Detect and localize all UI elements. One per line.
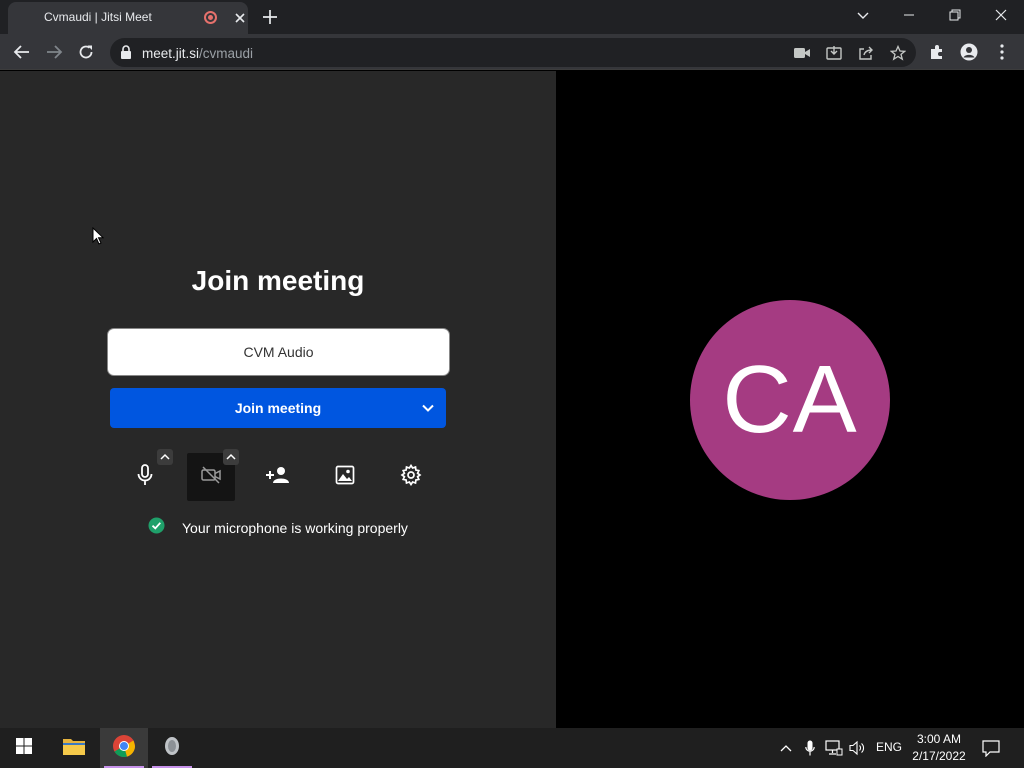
lock-icon[interactable]	[120, 45, 132, 64]
tab-search-icon[interactable]	[840, 0, 886, 30]
windows-taskbar: ENG 3:00 AM 2/17/2022	[0, 728, 1024, 768]
install-app-icon[interactable]	[824, 43, 844, 63]
tray-microphone-icon[interactable]	[800, 738, 820, 758]
add-person-icon	[266, 466, 290, 489]
extensions-icon[interactable]	[927, 42, 947, 62]
forward-icon[interactable]	[41, 39, 67, 65]
share-icon[interactable]	[856, 43, 876, 63]
back-icon[interactable]	[9, 39, 35, 65]
tab-title: Cvmaudi | Jitsi Meet	[44, 10, 152, 24]
url-domain: meet.jit.si	[142, 46, 200, 61]
network-icon[interactable]	[824, 738, 844, 758]
chevron-down-icon[interactable]	[420, 400, 436, 416]
notifications-icon[interactable]	[981, 738, 1001, 758]
tab-close-icon[interactable]	[230, 8, 250, 28]
gear-icon	[400, 463, 422, 491]
virtual-background-button[interactable]	[321, 453, 369, 501]
video-options-button[interactable]	[223, 449, 239, 465]
bookmark-star-icon[interactable]	[888, 43, 908, 63]
new-tab-icon[interactable]	[259, 6, 281, 28]
check-circle-icon	[148, 517, 165, 539]
url-text: meet.jit.si/cvmaudi	[142, 46, 253, 61]
clock-date: 2/17/2022	[912, 749, 966, 763]
clock-time: 3:00 AM	[916, 732, 962, 746]
browser-tab[interactable]: Cvmaudi | Jitsi Meet	[8, 2, 248, 34]
display-name-input[interactable]: CVM Audio	[108, 329, 449, 375]
folder-icon	[62, 736, 86, 761]
camera-off-icon	[200, 465, 222, 489]
start-button[interactable]	[0, 728, 48, 768]
file-explorer-button[interactable]	[50, 728, 98, 768]
microphone-icon	[135, 463, 155, 491]
avatar: CA	[690, 300, 890, 500]
settings-button[interactable]	[387, 453, 435, 501]
restore-icon[interactable]	[932, 0, 978, 30]
volume-icon[interactable]	[848, 738, 868, 758]
chevron-up-icon	[160, 448, 170, 466]
video-preview: CA	[556, 71, 1024, 728]
avatar-initials: CA	[722, 346, 858, 453]
recording-indicator-icon	[204, 11, 217, 24]
menu-kebab-icon[interactable]	[992, 42, 1012, 62]
chrome-icon	[112, 734, 136, 763]
audio-options-button[interactable]	[157, 449, 173, 465]
profile-icon[interactable]	[959, 42, 979, 62]
mic-status-text: Your microphone is working properly	[182, 520, 408, 536]
camera-permission-icon[interactable]	[792, 43, 812, 63]
browser-tabstrip: Cvmaudi | Jitsi Meet	[0, 0, 1024, 34]
join-meeting-button[interactable]: Join meeting	[110, 388, 446, 428]
image-icon	[335, 465, 355, 490]
microphone-app-icon	[162, 735, 182, 762]
prejoin-panel: Join meeting CVM Audio Join meeting Your…	[0, 71, 556, 728]
windows-logo-icon	[16, 737, 32, 759]
url-path: /cvmaudi	[199, 46, 254, 61]
recorder-taskbar-button[interactable]	[148, 728, 196, 768]
page-title: Join meeting	[191, 265, 365, 296]
address-bar[interactable]: meet.jit.si/cvmaudi	[110, 38, 916, 67]
minimize-icon[interactable]	[886, 0, 932, 30]
reload-icon[interactable]	[73, 39, 99, 65]
clock[interactable]: 3:00 AM 2/17/2022	[904, 731, 974, 765]
close-window-icon[interactable]	[978, 0, 1024, 30]
chrome-taskbar-button[interactable]	[100, 728, 148, 768]
mic-status: Your microphone is working properly	[148, 517, 408, 539]
chevron-up-icon	[226, 448, 236, 466]
input-language[interactable]: ENG	[876, 740, 902, 754]
browser-toolbar: meet.jit.si/cvmaudi	[0, 34, 1024, 70]
invite-people-button[interactable]	[254, 453, 302, 501]
join-meeting-button-label: Join meeting	[234, 400, 322, 416]
mouse-cursor-icon	[92, 226, 105, 250]
chevron-up-icon[interactable]	[776, 738, 796, 758]
